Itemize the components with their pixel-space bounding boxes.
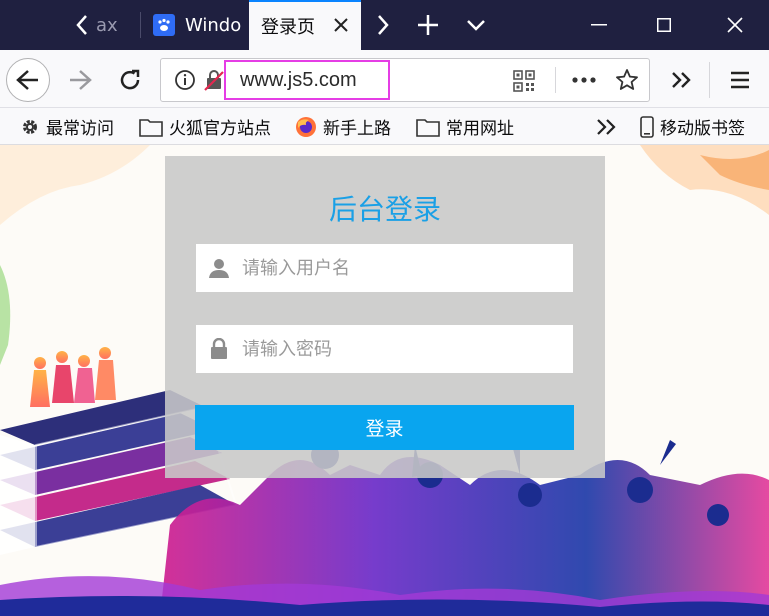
bookmark-star-icon[interactable] [615,68,639,96]
user-icon [196,257,242,279]
bookmark-label: 移动版书签 [660,119,745,139]
tab-login-page[interactable]: 登录页 [249,0,361,50]
qr-code-icon[interactable] [513,70,535,96]
maximize-button[interactable] [641,0,687,50]
back-button[interactable] [6,58,50,102]
bookmark-mobile[interactable]: 移动版书签 [640,108,745,145]
hamburger-menu-icon [731,71,749,89]
tab-bar: ax Windo 登录页 [0,0,769,50]
bookmark-label: 火狐官方站点 [169,119,271,139]
bookmark-firefox-official[interactable]: 火狐官方站点 [139,108,271,145]
minimize-icon [591,24,607,26]
chevron-down-icon [467,20,485,31]
gear-icon [23,119,37,134]
arrow-left-icon [16,70,38,90]
minimize-button[interactable] [576,0,622,50]
double-chevron-right-icon [597,118,616,135]
lock-icon [196,338,242,360]
page-content: 后台登录 登录 [0,145,769,616]
folder-icon [416,118,440,137]
folder-icon [139,118,163,137]
password-field[interactable] [196,325,573,373]
mobile-icon [640,115,654,138]
bookmark-label: 新手上路 [323,119,391,139]
bookmark-label: 常用网址 [446,119,514,139]
bookmark-getting-started[interactable]: 新手上路 [295,108,391,145]
close-window-button[interactable] [712,0,758,50]
plus-icon [418,15,438,35]
bookmarks-toolbar: 最常访问 火狐官方站点 新手上路 常用网址 移动版书签 [0,108,769,145]
tab-partial-label: ax [96,14,118,36]
maximize-icon [657,18,671,32]
overflow-menu-button[interactable] [664,64,700,96]
insecure-lock-icon[interactable] [204,69,226,95]
new-tab-button[interactable] [408,0,448,50]
chevron-right-icon [378,15,389,35]
tab-scroll-right-button[interactable] [363,0,403,50]
tab-baidu-label: Windo [185,14,242,36]
forward-button[interactable] [62,64,98,96]
baidu-icon [153,14,175,36]
login-title: 后台登录 [328,193,441,226]
address-bar[interactable]: www.js5.com [160,58,650,102]
tab-partial[interactable]: ax [92,0,142,50]
navigation-toolbar: www.js5.com [0,50,769,108]
login-button[interactable]: 登录 [195,405,574,450]
chevron-left-icon [76,15,87,35]
toolbar-divider [709,62,710,98]
bookmark-common-sites[interactable]: 常用网址 [416,108,514,145]
info-icon[interactable] [174,69,196,95]
double-chevron-right-icon [672,72,691,88]
bookmarks-overflow-button[interactable] [596,108,618,145]
firefox-icon [296,116,316,137]
arrow-right-icon [70,70,92,90]
password-input[interactable] [242,329,573,369]
tab-login-label: 登录页 [261,17,315,38]
close-tab-icon[interactable] [333,14,349,39]
tab-list-button[interactable] [456,0,496,50]
page-actions-icon[interactable] [571,71,597,93]
main-menu-button[interactable] [722,64,758,96]
reload-button[interactable] [112,64,148,96]
username-field[interactable] [196,244,573,292]
tab-baidu[interactable]: Windo [141,0,248,50]
bookmark-most-visited[interactable]: 最常访问 [20,108,114,145]
urlbar-divider [555,67,556,93]
reload-icon [120,69,140,90]
bookmark-label: 最常访问 [46,119,114,139]
close-icon [727,17,743,33]
username-input[interactable] [242,248,573,288]
url-text[interactable]: www.js5.com [224,60,390,100]
login-panel: 后台登录 登录 [165,156,605,478]
